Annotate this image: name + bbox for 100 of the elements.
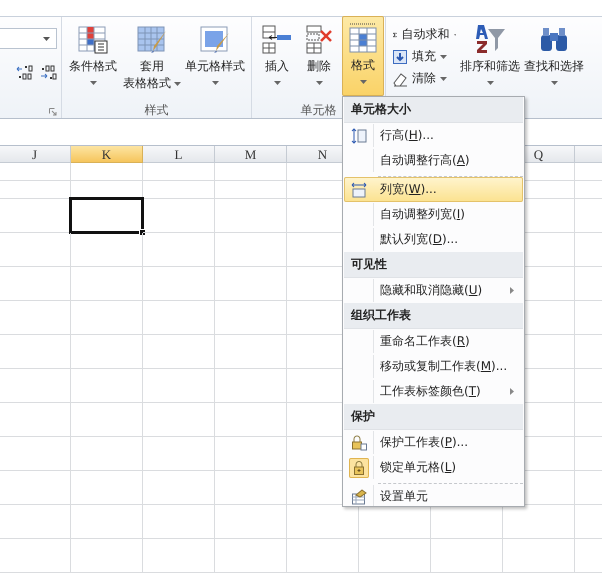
grid-cell[interactable] [71, 437, 143, 471]
grid-cell[interactable] [143, 267, 215, 301]
menu-item[interactable]: 自动调整列宽(I) [344, 202, 523, 227]
grid-cell[interactable] [143, 539, 215, 573]
insert-button[interactable]: 插入 [256, 19, 298, 88]
menu-item[interactable]: 设置单元 [344, 484, 523, 506]
grid-cell[interactable] [143, 369, 215, 403]
grid-cell[interactable] [71, 369, 143, 403]
grid-cell[interactable] [215, 471, 287, 505]
grid-cell[interactable] [0, 301, 71, 335]
lock-sheet-icon [351, 434, 367, 450]
grid-cell[interactable] [0, 403, 71, 437]
grid-cell[interactable] [0, 369, 71, 403]
grid-cell[interactable] [215, 301, 287, 335]
fill-button[interactable]: 填充 [392, 47, 456, 66]
grid-cell[interactable] [0, 471, 71, 505]
column-header[interactable]: M [215, 146, 287, 163]
caret-icon [43, 36, 50, 40]
menu-item[interactable]: 默认列宽(D)... [344, 227, 523, 252]
caret-icon [360, 80, 366, 84]
menu-item[interactable]: 移动或复制工作表(M)... [344, 354, 523, 379]
find-select-button[interactable]: 查找和选择 [522, 19, 586, 88]
decrease-decimal-icon[interactable] [40, 65, 58, 81]
grid-cell[interactable] [143, 437, 215, 471]
menu-item[interactable]: 工作表标签颜色(T) [344, 379, 523, 404]
grid-cell[interactable] [0, 505, 71, 539]
grid-cell[interactable] [0, 163, 71, 181]
grid-cell[interactable] [143, 471, 215, 505]
grid-cell[interactable] [503, 539, 575, 573]
caret-icon [550, 81, 558, 85]
menu-section-header: 单元格大小 [351, 101, 411, 118]
grid-cell[interactable] [143, 505, 215, 539]
grid-cell[interactable] [143, 199, 215, 233]
grid-cell[interactable] [71, 163, 143, 181]
grid-cell[interactable] [287, 539, 359, 573]
grid-cell[interactable] [143, 233, 215, 267]
column-width-icon [351, 182, 367, 198]
format-grid-icon [347, 22, 379, 54]
cell-style-button[interactable]: 单元格样式 [180, 19, 250, 88]
grid-cell[interactable] [215, 181, 287, 199]
grid-cell[interactable] [359, 539, 431, 573]
grid-cell[interactable] [71, 301, 143, 335]
grid-cell[interactable] [215, 505, 287, 539]
grid-cell[interactable] [215, 539, 287, 573]
grid-cell[interactable] [215, 233, 287, 267]
grid-cell[interactable] [215, 437, 287, 471]
grid-cell[interactable] [215, 335, 287, 369]
menu-item[interactable]: 锁定单元格(L) [344, 455, 523, 480]
sort-filter-button[interactable]: 排序和筛选 [458, 19, 522, 88]
grid-cell[interactable] [143, 403, 215, 437]
sort-funnel-icon [474, 23, 506, 55]
grid-cell[interactable] [215, 199, 287, 233]
row-height-icon [351, 128, 367, 144]
menu-item[interactable]: 列宽(W)... [344, 177, 523, 202]
table-format-button[interactable]: 套用 表格格式 [124, 19, 180, 95]
grid-cell[interactable] [143, 335, 215, 369]
grid-cell[interactable] [71, 471, 143, 505]
grid-cell[interactable] [143, 301, 215, 335]
grid-cell[interactable] [215, 369, 287, 403]
menu-item[interactable]: 保护工作表(P)... [344, 430, 523, 455]
grid-cell[interactable] [215, 403, 287, 437]
column-header[interactable]: K [71, 146, 143, 163]
grid-cell[interactable] [71, 233, 143, 267]
dialog-launcher-icon[interactable] [49, 108, 57, 116]
grid-cell[interactable] [71, 267, 143, 301]
menu-section-header: 保护 [351, 408, 375, 425]
grid-cell[interactable] [71, 505, 143, 539]
format-button[interactable]: 格式 [342, 16, 384, 96]
grid-cell[interactable] [0, 233, 71, 267]
grid-cell[interactable] [143, 163, 215, 181]
column-header[interactable]: L [143, 146, 215, 163]
grid-cell[interactable] [0, 335, 71, 369]
grid-cell[interactable] [0, 181, 71, 199]
grid-cell[interactable] [71, 335, 143, 369]
menu-item[interactable]: 隐藏和取消隐藏(U) [344, 278, 523, 303]
increase-decimal-icon[interactable] [16, 65, 34, 81]
grid-cell[interactable] [0, 267, 71, 301]
grid-cell[interactable] [0, 437, 71, 471]
padlock-icon [351, 460, 367, 476]
grid-cell[interactable] [143, 181, 215, 199]
column-header[interactable]: J [0, 146, 71, 163]
clear-button[interactable]: 清除 [392, 69, 456, 88]
grid-cell[interactable] [71, 403, 143, 437]
grid-cell[interactable] [215, 163, 287, 181]
caret-icon [440, 54, 447, 58]
autosum-button[interactable]: 自动求和 [392, 25, 456, 44]
caret-icon [274, 81, 280, 85]
menu-section-header: 可见性 [351, 256, 387, 273]
grid-cell[interactable] [71, 539, 143, 573]
grid-cell[interactable] [0, 539, 71, 573]
conditional-format-button[interactable]: 条件格式 [62, 19, 124, 88]
grid-cell[interactable] [431, 539, 503, 573]
group-label: 样式 [144, 102, 168, 119]
format-dropdown[interactable] [0, 28, 57, 49]
caret-icon [316, 81, 322, 85]
menu-item[interactable]: 行高(H)... [344, 123, 523, 148]
menu-item[interactable]: 重命名工作表(R) [344, 329, 523, 354]
grid-cell[interactable] [215, 267, 287, 301]
delete-button[interactable]: 删除 [298, 19, 340, 88]
group-label: 单元格 [300, 102, 336, 119]
